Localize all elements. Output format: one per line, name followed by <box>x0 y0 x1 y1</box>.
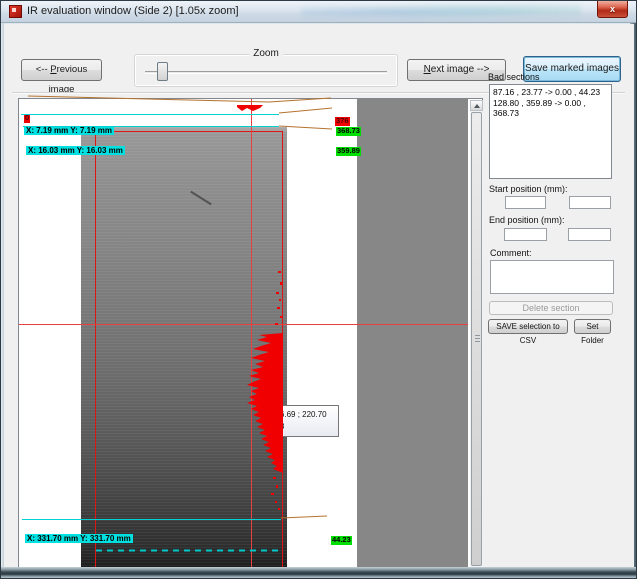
close-button[interactable]: x <box>597 1 628 18</box>
tooltip-coordinates: 126.69 ; 220.70 <box>271 409 334 421</box>
app-icon <box>9 5 22 18</box>
list-item[interactable]: 87.16 , 23.77 -> 0.00 , 44.23 <box>493 87 608 98</box>
zoom-groupbox: Zoom <box>134 54 398 87</box>
comment-field[interactable] <box>490 260 614 294</box>
zoom-group-label: Zoom <box>249 48 283 59</box>
start-position-y-field[interactable] <box>569 196 611 209</box>
out-of-scan-band <box>357 99 468 570</box>
bad-sections-listbox[interactable]: 87.16 , 23.77 -> 0.00 , 44.23 128.80 , 3… <box>489 84 612 179</box>
set-folder-button[interactable]: Set Folder <box>574 319 611 334</box>
crosshair-vertical-line <box>251 99 252 577</box>
ir-evaluation-window: IR evaluation window (Side 2) [1.05x zoo… <box>0 0 637 579</box>
window-title: IR evaluation window (Side 2) [1.05x zoo… <box>27 5 239 17</box>
save-selection-to-csv-button[interactable]: SAVE selection to CSV <box>488 319 568 334</box>
zoom-slider-track[interactable] <box>145 71 387 74</box>
tooltip-value: 128 <box>271 421 334 433</box>
image-viewer[interactable]: X: 7.19 mm Y: 7.19 mm X: 16.03 mm Y: 16.… <box>18 98 483 579</box>
crosshair-horizontal-line <box>19 324 468 325</box>
client-area: <-- Previous image Zoom Next image --> S… <box>4 24 634 569</box>
start-position-x-field[interactable] <box>505 196 546 209</box>
end-position-x-field[interactable] <box>504 228 547 241</box>
sheet-boundary-marker <box>95 131 283 576</box>
measure-label-p1: X: 7.19 mm Y: 7.19 mm <box>24 126 114 135</box>
titlebar-glass-reflection <box>301 3 581 21</box>
close-icon: x <box>610 4 615 14</box>
list-item[interactable]: 128.80 , 359.89 -> 0.00 , 368.73 <box>493 98 608 119</box>
start-position-label: Start position (mm): <box>489 184 568 194</box>
end-position-label: End position (mm): <box>489 215 565 225</box>
value-label-359: 359.89 <box>336 147 361 156</box>
zoom-slider-thumb[interactable] <box>157 62 168 81</box>
cursor-tooltip: 126.69 ; 220.70 128 <box>266 405 339 437</box>
vertical-scroll-thumb[interactable] <box>471 112 482 566</box>
value-label-44: 44.23 <box>331 536 352 545</box>
arrow-up-icon <box>474 104 480 108</box>
viewer-vertical-scrollbar[interactable] <box>470 100 483 578</box>
scroll-up-button[interactable] <box>470 100 483 111</box>
value-label-376: 376 <box>335 117 350 126</box>
previous-image-button[interactable]: <-- Previous image <box>21 59 102 81</box>
end-position-y-field[interactable] <box>568 228 611 241</box>
title-bar[interactable]: IR evaluation window (Side 2) [1.05x zoo… <box>1 1 637 23</box>
comment-label: Comment: <box>490 248 532 258</box>
origin-label: 0 <box>24 114 30 123</box>
bad-sections-label: Bad sections <box>488 72 540 82</box>
delete-section-button[interactable]: Delete section <box>489 301 613 315</box>
measure-label-p2: X: 16.03 mm Y: 16.03 mm <box>26 146 125 155</box>
window-frame-bottom <box>1 567 637 578</box>
measure-label-p3: X: 331.70 mm Y: 331.70 mm <box>25 534 133 543</box>
thumb-gripper <box>475 335 480 343</box>
value-label-368: 368.73 <box>336 127 361 136</box>
